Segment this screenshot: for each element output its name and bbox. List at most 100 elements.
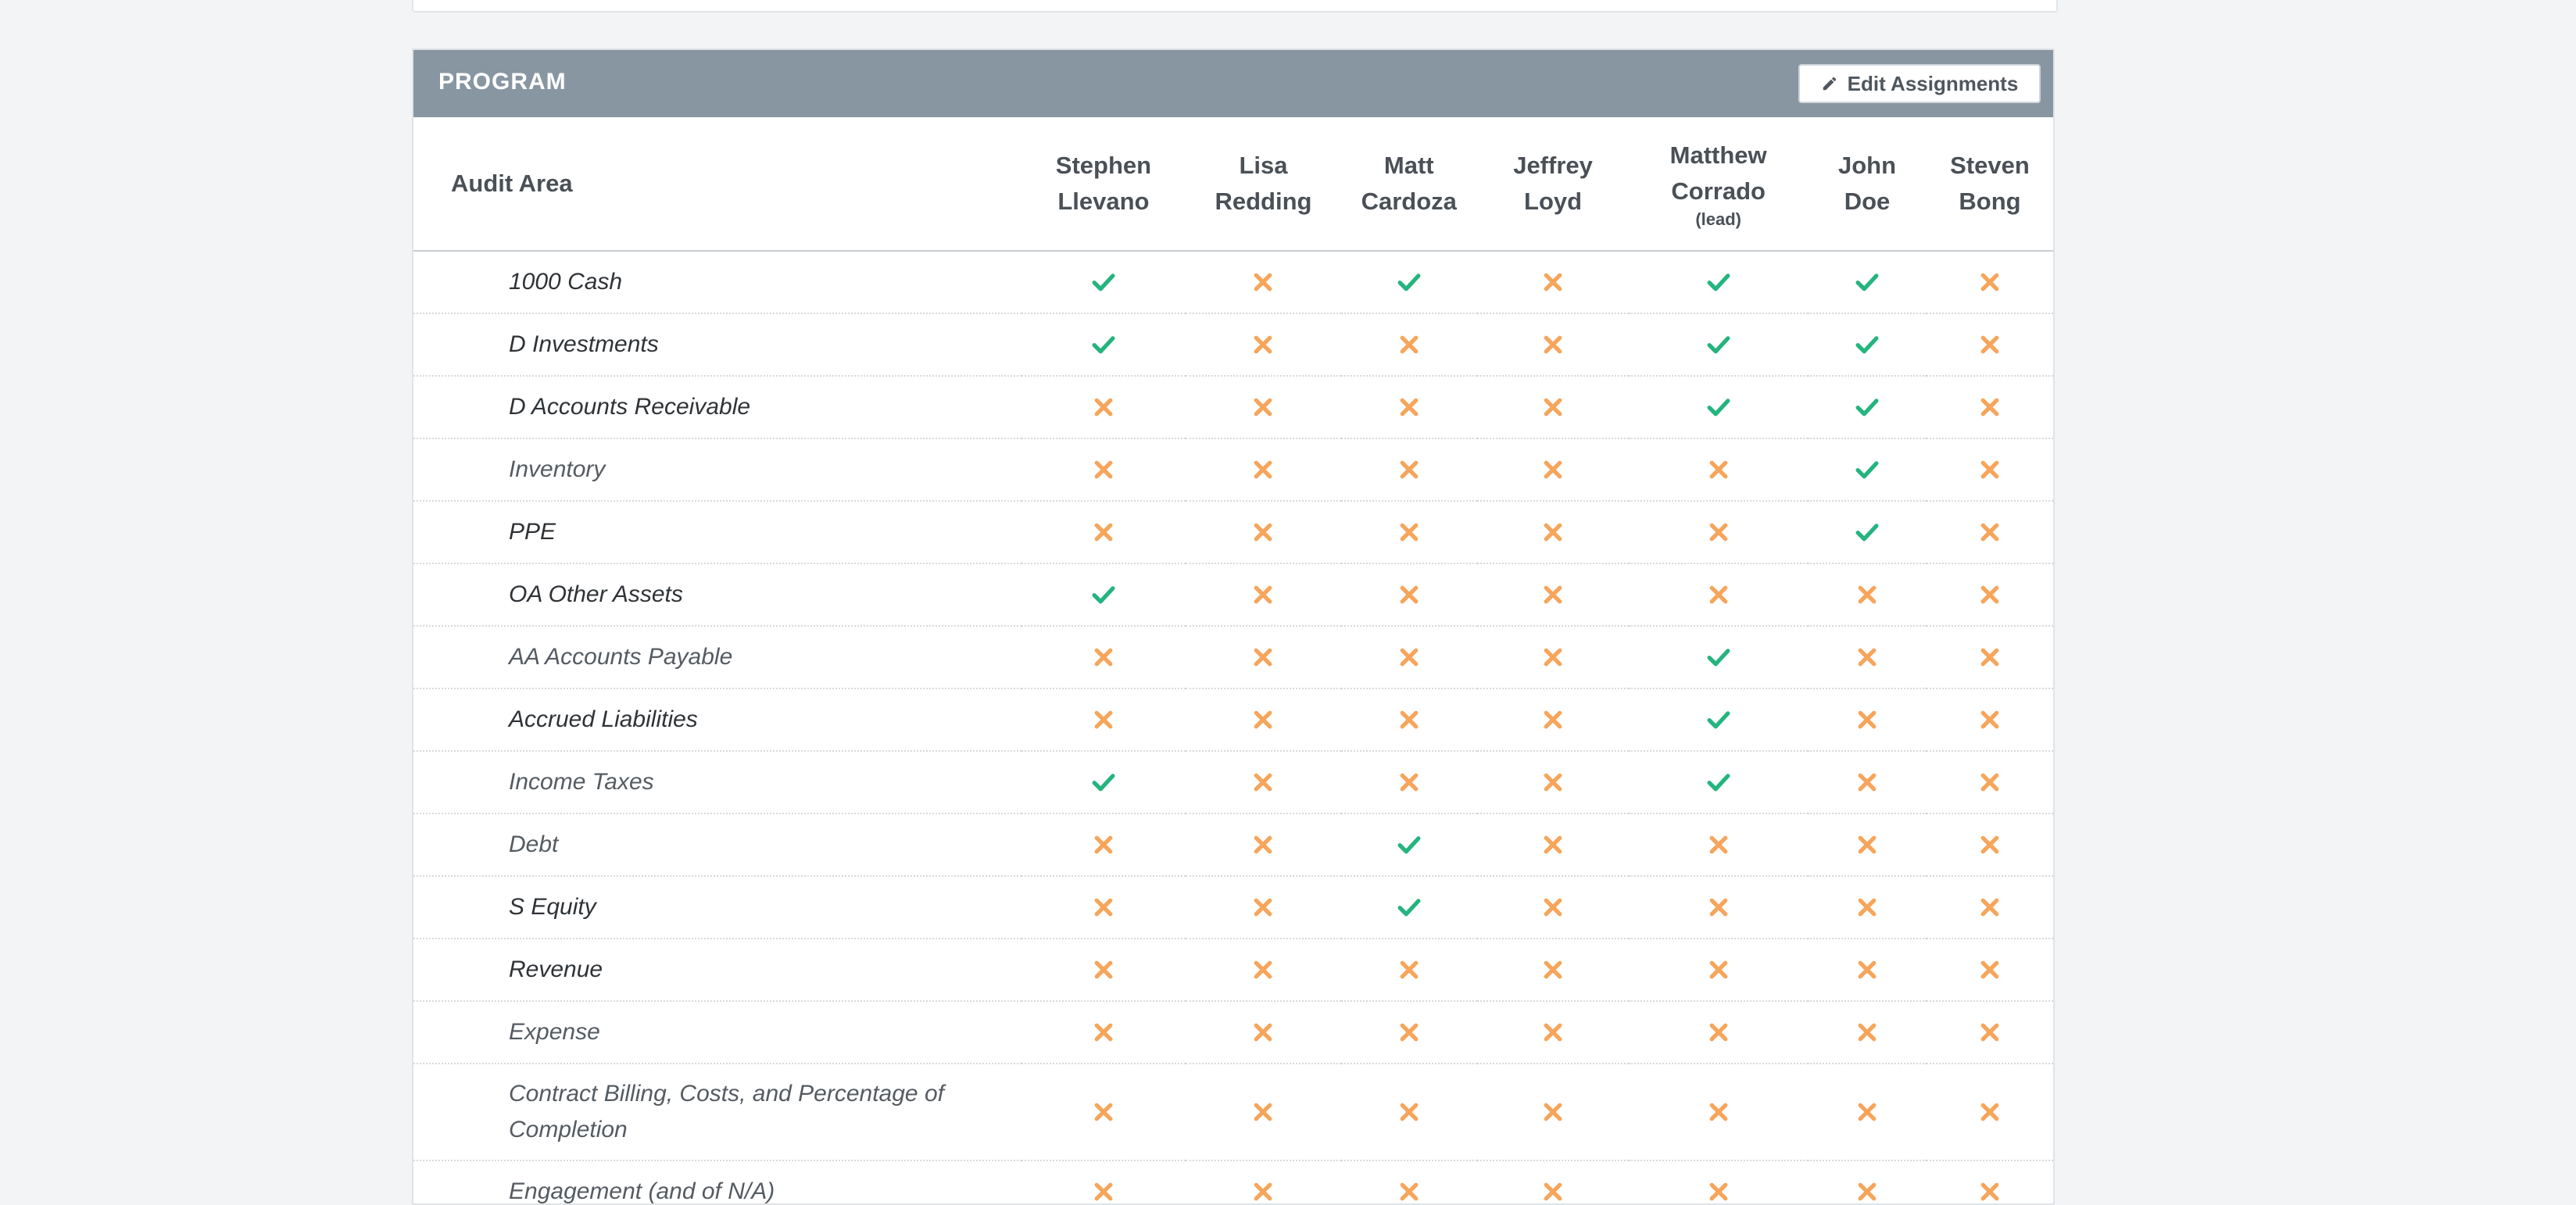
panel-header: PROGRAM Edit Assignments (413, 50, 2053, 117)
unassigned-x-icon (1926, 313, 2053, 377)
unassigned-x-icon (1021, 501, 1186, 564)
unassigned-x-icon (1340, 939, 1477, 1002)
assigned-check-icon (1629, 751, 1809, 814)
unassigned-x-icon (1340, 1001, 1477, 1064)
edit-assignments-label: Edit Assignments (1847, 71, 2019, 95)
audit-area-label: Income Taxes (413, 751, 1021, 814)
unassigned-x-icon (1808, 751, 1927, 814)
panel-title: PROGRAM (438, 69, 567, 95)
unassigned-x-icon (1476, 939, 1630, 1002)
assigned-check-icon (1340, 251, 1477, 314)
unassigned-x-icon (1808, 563, 1927, 627)
unassigned-x-icon (1926, 1160, 2053, 1203)
lead-note: (lead) (1695, 209, 1741, 229)
person-header: John Doe (1808, 117, 1927, 252)
unassigned-x-icon (1186, 313, 1341, 377)
unassigned-x-icon (1926, 751, 2053, 814)
table-row: Debt (413, 813, 2053, 877)
assignments-table: Audit Area Stephen Llevano Lisa Redding Matt… (413, 117, 2053, 1203)
table-row: Expense (413, 1001, 2053, 1064)
unassigned-x-icon (1629, 438, 1809, 502)
unassigned-x-icon (1186, 1064, 1341, 1161)
person-last-name: Cardoza (1361, 188, 1457, 215)
table-row: PPE (413, 501, 2053, 564)
unassigned-x-icon (1021, 813, 1186, 877)
person-last-name: Redding (1215, 188, 1312, 215)
unassigned-x-icon (1808, 939, 1927, 1002)
unassigned-x-icon (1340, 376, 1477, 439)
table-row: Income Taxes (413, 751, 2053, 814)
person-header: Lisa Redding (1186, 117, 1341, 252)
unassigned-x-icon (1340, 751, 1477, 814)
unassigned-x-icon (1021, 1064, 1186, 1161)
unassigned-x-icon (1186, 1160, 1341, 1203)
person-last-name: Loyd (1524, 188, 1583, 215)
table-row: S Equity (413, 876, 2053, 939)
unassigned-x-icon (1808, 1001, 1927, 1064)
unassigned-x-icon (1186, 626, 1341, 689)
unassigned-x-icon (1476, 1064, 1630, 1161)
unassigned-x-icon (1476, 626, 1630, 689)
table-row: 1000 Cash (413, 251, 2053, 314)
unassigned-x-icon (1629, 1001, 1809, 1064)
unassigned-x-icon (1476, 563, 1630, 627)
unassigned-x-icon (1186, 688, 1341, 752)
unassigned-x-icon (1021, 939, 1186, 1002)
previous-card (412, 0, 2058, 13)
unassigned-x-icon (1476, 688, 1630, 752)
audit-area-label: Revenue (413, 939, 1021, 1002)
audit-area-label: D Investments (413, 313, 1021, 377)
assigned-check-icon (1021, 751, 1186, 814)
table-row: Engagement (and of N/A) (413, 1160, 2053, 1203)
person-first-name: Steven (1950, 152, 2030, 179)
assigned-check-icon (1340, 876, 1477, 939)
unassigned-x-icon (1629, 939, 1809, 1002)
unassigned-x-icon (1186, 376, 1341, 439)
assigned-check-icon (1808, 438, 1927, 502)
person-last-name: Corrado (1671, 177, 1766, 205)
audit-area-label: OA Other Assets (413, 563, 1021, 627)
unassigned-x-icon (1926, 876, 2053, 939)
unassigned-x-icon (1926, 939, 2053, 1002)
edit-assignments-button[interactable]: Edit Assignments (1798, 64, 2041, 103)
unassigned-x-icon (1340, 313, 1477, 377)
unassigned-x-icon (1186, 751, 1341, 814)
person-first-name: Matt (1383, 152, 1434, 179)
unassigned-x-icon (1186, 563, 1341, 627)
unassigned-x-icon (1926, 563, 2053, 627)
unassigned-x-icon (1629, 876, 1809, 939)
assigned-check-icon (1808, 251, 1927, 314)
unassigned-x-icon (1476, 813, 1630, 877)
person-last-name: Doe (1844, 188, 1891, 215)
table-row: Inventory (413, 438, 2053, 502)
person-first-name: John (1837, 152, 1897, 179)
unassigned-x-icon (1808, 813, 1927, 877)
unassigned-x-icon (1808, 1160, 1927, 1203)
assigned-check-icon (1340, 813, 1477, 877)
unassigned-x-icon (1926, 813, 2053, 877)
unassigned-x-icon (1926, 1001, 2053, 1064)
unassigned-x-icon (1021, 876, 1186, 939)
unassigned-x-icon (1186, 438, 1341, 502)
unassigned-x-icon (1340, 626, 1477, 689)
unassigned-x-icon (1186, 939, 1341, 1002)
unassigned-x-icon (1340, 688, 1477, 752)
unassigned-x-icon (1476, 251, 1630, 314)
audit-area-label: Inventory (413, 438, 1021, 502)
unassigned-x-icon (1629, 1064, 1809, 1161)
assigned-check-icon (1629, 688, 1809, 752)
unassigned-x-icon (1926, 376, 2053, 439)
unassigned-x-icon (1808, 626, 1927, 689)
unassigned-x-icon (1021, 1160, 1186, 1203)
unassigned-x-icon (1476, 1160, 1630, 1203)
unassigned-x-icon (1186, 876, 1341, 939)
program-panel: PROGRAM Edit Assignments Audit Area Step… (412, 48, 2055, 1205)
audit-area-label: Expense (413, 1001, 1021, 1064)
table-row: OA Other Assets (413, 563, 2053, 627)
assigned-check-icon (1629, 376, 1809, 439)
assigned-check-icon (1021, 563, 1186, 627)
audit-area-header: Audit Area (413, 117, 1021, 252)
unassigned-x-icon (1021, 376, 1186, 439)
table-row: Contract Billing, Costs, and Percentage … (413, 1064, 2053, 1161)
unassigned-x-icon (1186, 1001, 1341, 1064)
